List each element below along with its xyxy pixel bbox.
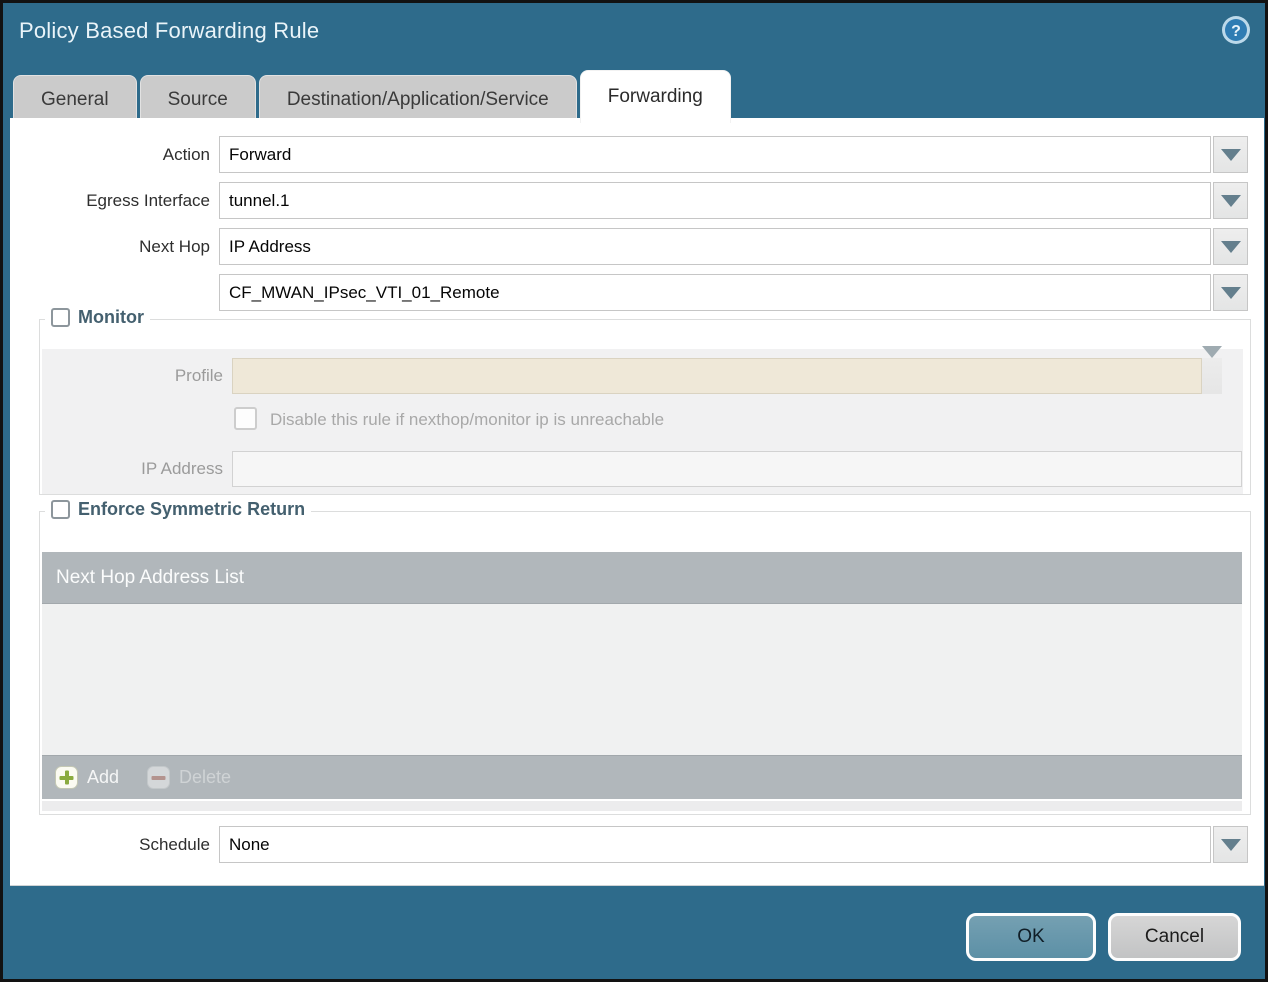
policy-based-forwarding-dialog: Policy Based Forwarding Rule ? General S… — [0, 0, 1268, 982]
enforce-symmetric-return-title: Enforce Symmetric Return — [78, 499, 306, 519]
chevron-down-icon — [1202, 346, 1222, 375]
action-label: Action — [162, 144, 210, 164]
next-hop-address-list-toolbar: Add Delete — [42, 755, 1242, 799]
egress-interface-select[interactable]: tunnel.1 — [219, 182, 1211, 219]
add-button-label: Add — [87, 767, 120, 787]
help-question-icon: ? — [1222, 16, 1250, 44]
disable-rule-checkbox — [234, 407, 257, 430]
plus-icon — [55, 766, 78, 789]
ok-button[interactable]: OK — [966, 913, 1096, 961]
next-hop-row: Next Hop IP Address — [10, 228, 1248, 265]
schedule-label: Schedule — [139, 834, 210, 854]
action-row: Action Forward — [10, 136, 1248, 173]
profile-dropdown-button — [1202, 346, 1222, 394]
next-hop-address-list-header: Next Hop Address List — [42, 552, 1242, 604]
chevron-down-icon — [1220, 286, 1241, 299]
tab-bar: General Source Destination/Application/S… — [13, 70, 731, 123]
next-hop-type-dropdown-button[interactable] — [1213, 228, 1248, 265]
next-hop-address-list-body[interactable] — [42, 604, 1242, 755]
monitor-checkbox[interactable] — [51, 308, 70, 327]
tab-forwarding[interactable]: Forwarding — [579, 70, 731, 123]
egress-interface-label: Egress Interface — [86, 190, 210, 210]
monitor-section: Monitor Profile Disable this rule if nex… — [39, 307, 1251, 495]
profile-row: Profile — [42, 346, 1243, 394]
help-button[interactable]: ? — [1220, 14, 1252, 46]
chevron-down-icon — [1220, 148, 1241, 161]
monitor-panel: Profile Disable this rule if nexthop/mon… — [42, 346, 1243, 494]
disable-rule-label: Disable this rule if nexthop/monitor ip … — [270, 410, 665, 429]
dialog-title: Policy Based Forwarding Rule — [19, 18, 320, 43]
tab-source[interactable]: Source — [139, 75, 256, 123]
enforce-symmetric-return-checkbox[interactable] — [51, 500, 70, 519]
tab-general[interactable]: General — [13, 75, 137, 123]
svg-text:?: ? — [1231, 23, 1241, 40]
chevron-down-icon — [1220, 838, 1241, 851]
egress-interface-dropdown-button[interactable] — [1213, 182, 1248, 219]
monitor-title: Monitor — [78, 307, 144, 327]
chevron-down-icon — [1220, 194, 1241, 207]
monitor-ip-address-row: IP Address — [42, 451, 1243, 487]
disable-rule-row: Disable this rule if nexthop/monitor ip … — [42, 407, 1243, 433]
next-hop-address-select[interactable]: CF_MWAN_IPsec_VTI_01_Remote — [219, 274, 1211, 311]
delete-button[interactable]: Delete — [147, 766, 231, 789]
next-hop-address-row: CF_MWAN_IPsec_VTI_01_Remote — [10, 274, 1248, 311]
profile-label: Profile — [174, 366, 223, 385]
next-hop-label: Next Hop — [139, 236, 210, 256]
schedule-dropdown-button[interactable] — [1213, 826, 1248, 863]
monitor-ip-address-input — [232, 451, 1242, 487]
egress-interface-row: Egress Interface tunnel.1 — [10, 182, 1248, 219]
enforce-symmetric-return-legend: Enforce Symmetric Return — [45, 499, 312, 520]
forwarding-tab-panel: Action Forward Egress Interface tunnel.1… — [10, 118, 1264, 886]
next-hop-address-dropdown-button[interactable] — [1213, 274, 1248, 311]
table-scrollbar-track[interactable] — [42, 801, 1242, 811]
minus-icon — [147, 766, 171, 789]
next-hop-address-label — [10, 274, 210, 311]
next-hop-type-select[interactable]: IP Address — [219, 228, 1211, 265]
schedule-select[interactable]: None — [219, 826, 1211, 863]
tab-destination-application-service[interactable]: Destination/Application/Service — [258, 75, 577, 123]
profile-select — [232, 358, 1202, 394]
chevron-down-icon — [1220, 240, 1241, 253]
monitor-ip-address-label: IP Address — [141, 459, 223, 478]
add-button[interactable]: Add — [55, 766, 119, 789]
enforce-symmetric-return-section: Enforce Symmetric Return Next Hop Addres… — [39, 499, 1251, 815]
action-dropdown-button[interactable] — [1213, 136, 1248, 173]
schedule-row: Schedule None — [10, 826, 1248, 863]
delete-button-label: Delete — [179, 767, 232, 787]
next-hop-address-list-table: Next Hop Address List Add Delete — [42, 552, 1242, 799]
monitor-legend: Monitor — [45, 307, 150, 328]
action-select[interactable]: Forward — [219, 136, 1211, 173]
cancel-button[interactable]: Cancel — [1108, 913, 1241, 961]
